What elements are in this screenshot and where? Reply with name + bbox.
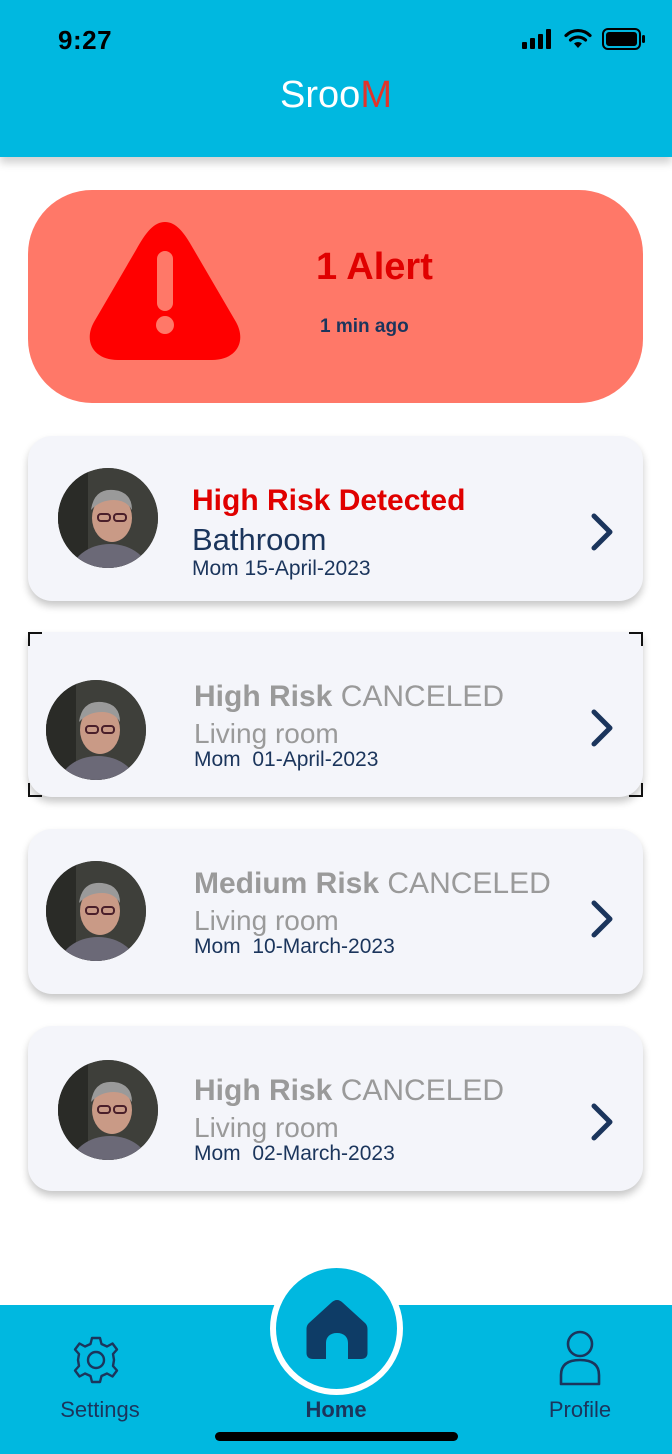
selection-corner [28, 632, 42, 646]
chevron-right-icon [591, 900, 613, 938]
nav-home-label: Home [305, 1397, 367, 1422]
room-name: Living room [194, 905, 339, 936]
date-value: 10-March-2023 [252, 935, 395, 958]
risk-level: Medium Risk [194, 867, 380, 900]
date-value: 15-April-2023 [244, 557, 371, 580]
alert-card[interactable]: High Risk Detected Bathroom Mom 15-April… [28, 436, 643, 601]
nav-settings[interactable]: Settings [40, 1305, 160, 1445]
risk-title: Medium Risk CANCELED [194, 867, 551, 901]
wifi-icon [564, 28, 592, 48]
room-name: Living room [194, 1112, 339, 1143]
person-photo-icon [46, 680, 146, 780]
home-icon [306, 1299, 367, 1359]
risk-status: CANCELED [340, 1074, 505, 1107]
profile-icon [559, 1330, 601, 1386]
nav-profile-label: Profile [548, 1397, 612, 1422]
selection-corner [629, 783, 643, 797]
date-value: 02-March-2023 [252, 1142, 395, 1165]
person-name: Mom [194, 1142, 241, 1165]
selection-corner [28, 783, 42, 797]
event-date: Mom 10-March-2023 [194, 935, 395, 959]
person-photo-icon [58, 468, 158, 568]
avatar [46, 680, 146, 780]
status-time: 9:27 [58, 25, 113, 55]
alert-banner[interactable]: 1 Alert 1 min ago [28, 190, 643, 403]
alert-card[interactable]: High Risk CANCELED Living room Mom 02-Ma… [28, 1026, 643, 1191]
selection-corner [629, 632, 643, 646]
event-date: Mom 02-March-2023 [194, 1142, 395, 1166]
warning-triangle-icon [89, 222, 241, 360]
room-name: Living room [194, 718, 339, 749]
chevron-right-icon [591, 513, 613, 551]
alert-card[interactable]: High Risk CANCELED Living room Mom 01-Ap… [28, 632, 643, 797]
chevron-right-icon [591, 1103, 613, 1141]
cellular-signal-icon [522, 29, 551, 49]
risk-status: CANCELED [387, 867, 551, 900]
avatar [58, 1060, 158, 1160]
alert-card[interactable]: Medium Risk CANCELED Living room Mom 10-… [28, 829, 643, 994]
home-indicator [215, 1432, 458, 1441]
risk-level: High Risk [194, 680, 333, 713]
person-photo-icon [58, 1060, 158, 1160]
logo-accent: M [360, 74, 392, 116]
status-icons [522, 28, 646, 50]
person-name: Mom [194, 935, 241, 958]
risk-level: High Risk [194, 1074, 333, 1107]
risk-level: High Risk Detected [192, 484, 466, 517]
alert-time: 1 min ago [320, 316, 409, 337]
person-photo-icon [46, 861, 146, 961]
room-name: Bathroom [192, 522, 327, 557]
person-name: Mom [194, 748, 241, 771]
event-date: Mom 01-April-2023 [194, 748, 378, 772]
app-screen: 9:27 SrooM 1 Alert 1 min ago High Risk D… [0, 0, 672, 1454]
home-button[interactable] [270, 1262, 403, 1395]
gear-icon [73, 1336, 119, 1384]
battery-icon [602, 28, 645, 50]
risk-title: High Risk CANCELED [194, 1074, 504, 1108]
avatar [46, 861, 146, 961]
logo-main: Sroo [280, 74, 361, 116]
nav-profile[interactable]: Profile [520, 1305, 640, 1445]
app-logo: SrooM [0, 74, 672, 117]
event-date: Mom 15-April-2023 [192, 557, 371, 581]
nav-settings-label: Settings [60, 1397, 140, 1422]
alert-count: 1 Alert [316, 246, 433, 288]
chevron-right-icon [591, 709, 613, 747]
risk-title: High Risk CANCELED [194, 680, 504, 714]
date-value: 01-April-2023 [252, 748, 379, 771]
person-name: Mom [192, 557, 239, 580]
risk-title: High Risk Detected [192, 484, 465, 518]
risk-status: CANCELED [340, 680, 505, 713]
avatar [58, 468, 158, 568]
app-header: 9:27 SrooM [0, 0, 672, 157]
